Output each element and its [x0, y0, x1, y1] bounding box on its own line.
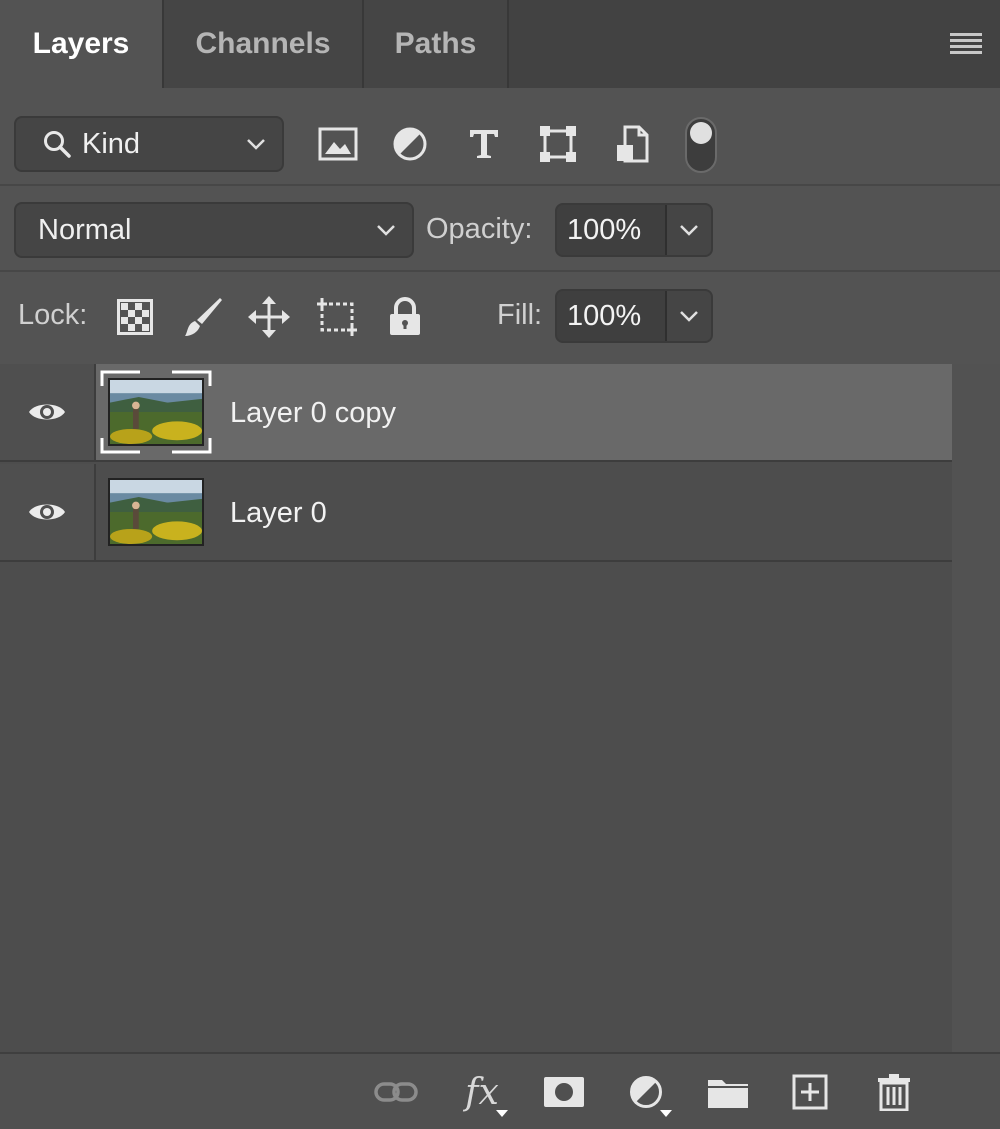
lock-position-move-icon[interactable] — [246, 294, 292, 340]
panel-tab-bar: Layers Channels Paths — [0, 0, 1000, 88]
add-mask-icon[interactable] — [540, 1068, 588, 1116]
visibility-toggle[interactable] — [0, 364, 96, 460]
new-group-folder-icon[interactable] — [704, 1068, 752, 1116]
eye-icon — [29, 404, 65, 420]
visibility-toggle[interactable] — [0, 464, 96, 560]
opacity-dropdown-button[interactable] — [667, 205, 711, 255]
lock-all-padlock-icon[interactable] — [382, 294, 428, 340]
trash-icon[interactable] — [870, 1068, 918, 1116]
opacity-label: Opacity: — [426, 213, 533, 245]
layer-list-scrollbar[interactable] — [952, 364, 1000, 1052]
lock-label: Lock: — [18, 299, 88, 331]
opacity-value[interactable]: 100% — [557, 205, 667, 255]
toggle-knob — [690, 122, 712, 144]
lock-pixels-brush-icon[interactable] — [180, 294, 226, 340]
lock-transparency-icon[interactable] — [112, 294, 158, 340]
adjustment-filter-icon[interactable] — [386, 120, 434, 168]
filter-kind-label: Kind — [82, 127, 141, 160]
image-filter-icon[interactable] — [314, 120, 362, 168]
blend-mode-value: Normal — [38, 213, 132, 246]
shape-filter-icon[interactable] — [534, 120, 582, 168]
tab-channels[interactable]: Channels — [164, 0, 364, 88]
new-layer-icon[interactable] — [786, 1068, 834, 1116]
chevron-down-icon — [680, 225, 698, 236]
search-icon — [44, 131, 71, 158]
layer-style-fx-icon[interactable]: fx — [458, 1068, 508, 1117]
chevron-down-icon — [377, 225, 395, 236]
eye-icon — [29, 504, 65, 520]
smart-object-filter-icon[interactable] — [608, 120, 656, 168]
layer-thumbnail[interactable] — [108, 378, 204, 446]
blend-mode-select[interactable]: Normal — [14, 202, 414, 258]
fill-value[interactable]: 100% — [557, 291, 667, 341]
fill-dropdown-button[interactable] — [667, 291, 711, 341]
fill-label: Fill: — [497, 299, 543, 331]
filter-toggle-switch[interactable] — [685, 117, 717, 173]
tab-layers[interactable]: Layers — [0, 0, 164, 88]
filter-kind-select[interactable]: Kind — [14, 116, 284, 172]
layers-panel: Layers Channels Paths Kind Normal Opacit… — [0, 0, 1000, 1129]
adjustment-layer-icon[interactable] — [622, 1068, 672, 1117]
layer-name[interactable]: Layer 0 — [230, 464, 327, 562]
layers-bottom-toolbar: fx — [0, 1052, 1000, 1129]
panel-menu-icon[interactable] — [950, 33, 982, 55]
layer-thumbnail[interactable] — [108, 478, 204, 546]
link-layers-icon[interactable] — [372, 1068, 420, 1116]
lock-artboard-icon[interactable] — [314, 294, 360, 340]
opacity-field[interactable]: 100% — [555, 203, 713, 257]
fill-field[interactable]: 100% — [555, 289, 713, 343]
chevron-down-icon — [247, 139, 265, 150]
layer-name[interactable]: Layer 0 copy — [230, 364, 396, 462]
layer-list[interactable]: Layer 0 copy Layer 0 — [0, 364, 952, 1052]
type-filter-icon[interactable] — [460, 120, 508, 168]
layer-row[interactable]: Layer 0 copy — [0, 364, 952, 462]
chevron-down-icon — [680, 311, 698, 322]
tab-paths[interactable]: Paths — [364, 0, 509, 88]
layer-row[interactable]: Layer 0 — [0, 464, 952, 562]
